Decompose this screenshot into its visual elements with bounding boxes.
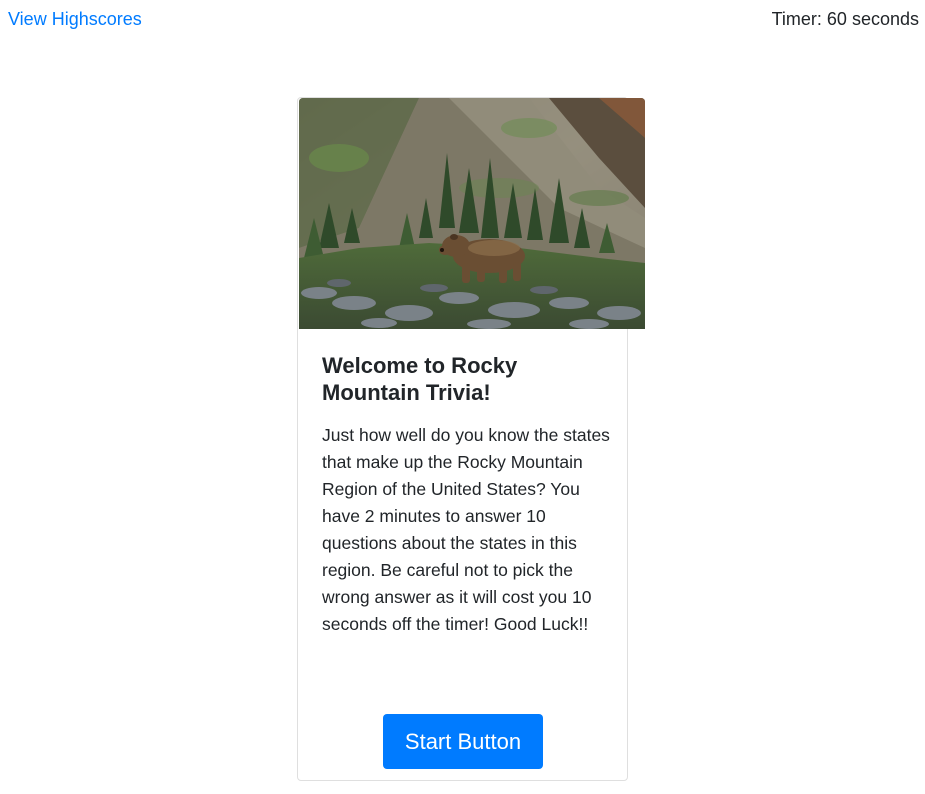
bear-mountain-image [299, 98, 645, 329]
start-button[interactable]: Start Button [383, 714, 543, 769]
view-highscores-link[interactable]: View Highscores [8, 9, 142, 30]
card-description: Just how well do you know the states tha… [322, 425, 610, 634]
top-bar: View Highscores Timer: 60 seconds [0, 0, 925, 40]
timer-display: Timer: 60 seconds [771, 9, 919, 29]
card-title: Welcome to Rocky Mountain Trivia! [322, 353, 518, 405]
welcome-card: Welcome to Rocky Mountain Trivia! Just h… [297, 97, 645, 781]
